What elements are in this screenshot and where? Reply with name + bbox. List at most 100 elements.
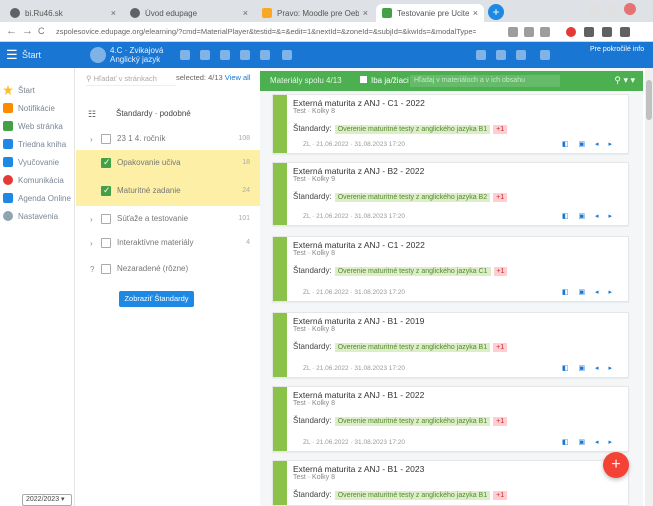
app-title: Štart: [22, 50, 42, 60]
show-standards-button[interactable]: Zobraziť Štandardy: [119, 291, 194, 307]
standard-chip[interactable]: Overenie maturitné testy z anglického ja…: [334, 193, 491, 202]
filter-checkbox[interactable]: [101, 214, 111, 224]
card-title[interactable]: Externá maturita z ANJ - C1 - 2022: [293, 240, 425, 250]
material-card[interactable]: Externá maturita z ANJ - C1 - 2022 Test …: [272, 236, 629, 302]
material-card[interactable]: Externá maturita z ANJ - B1 - 2019 Test …: [272, 312, 629, 378]
nav-item-teaching[interactable]: Vyučovanie: [3, 154, 73, 170]
more-chip[interactable]: +1: [493, 491, 508, 500]
mail-icon[interactable]: [516, 50, 526, 60]
standard-chip[interactable]: Overenie maturitné testy z anglického ja…: [334, 491, 491, 500]
filter-checkbox-checked[interactable]: [101, 185, 111, 196]
window-close-icon[interactable]: [624, 3, 636, 15]
class-selector[interactable]: 4.C · Zvikajová Anglický jazyk: [90, 45, 240, 65]
reload-icon[interactable]: C: [38, 26, 45, 36]
only-mine-toggle[interactable]: Iba ja/žiaci: [360, 76, 409, 85]
attendance-icon[interactable]: [260, 50, 270, 60]
add-material-button[interactable]: +: [603, 452, 629, 478]
bookmark-icon[interactable]: [540, 27, 550, 37]
expand-icon[interactable]: ›: [90, 215, 93, 224]
menu-icon[interactable]: ☰: [6, 48, 18, 61]
new-tab-button[interactable]: +: [488, 4, 504, 20]
user-menu[interactable]: Pre pokročilé info: [590, 46, 650, 64]
material-card[interactable]: Externá maturita z ANJ - B2 - 2022 Test …: [272, 162, 629, 226]
share-icon[interactable]: [524, 27, 534, 37]
nav-item-notifications[interactable]: Notifikácie: [3, 100, 73, 116]
card-actions[interactable]: ◧ ▣ ◂ ▸: [562, 212, 616, 220]
profile-icon[interactable]: [620, 27, 630, 37]
card-title[interactable]: Externá maturita z ANJ - B1 - 2022: [293, 390, 424, 400]
grades-icon[interactable]: [220, 50, 230, 60]
search-input[interactable]: ⚲ Hľadať v stránkach: [86, 72, 176, 86]
close-icon[interactable]: ×: [111, 8, 116, 18]
material-card[interactable]: Externá maturita z ANJ - C1 - 2022 Test …: [272, 94, 629, 154]
view-all-link[interactable]: View all: [225, 73, 251, 82]
help-icon[interactable]: [540, 50, 550, 60]
more-chip[interactable]: +1: [493, 193, 508, 202]
filter-row[interactable]: › Interaktívne materiály 4: [76, 230, 260, 258]
material-card[interactable]: Externá maturita z ANJ - B1 - 2022 Test …: [272, 386, 629, 452]
scrollbar-thumb[interactable]: [646, 80, 652, 120]
message-icon[interactable]: [496, 50, 506, 60]
forward-icon[interactable]: →: [22, 25, 33, 37]
browser-tab[interactable]: Úvod edupage ×: [124, 4, 254, 22]
card-title[interactable]: Externá maturita z ANJ - B1 - 2023: [293, 464, 424, 474]
filter-checkbox[interactable]: [101, 134, 111, 144]
standards-label: Štandardy:: [293, 490, 332, 499]
nav-item-class-book[interactable]: Triedna kniha: [3, 136, 73, 152]
more-chip[interactable]: +1: [493, 125, 508, 134]
minimize-icon[interactable]: [588, 3, 600, 15]
chart-icon[interactable]: [240, 50, 250, 60]
expand-icon[interactable]: ›: [90, 135, 93, 144]
expand-icon[interactable]: ›: [90, 239, 93, 248]
results-toolbar: Materiály spolu 4/13 Iba ja/žiaci Hľadaj…: [260, 71, 643, 91]
bell-icon[interactable]: [476, 50, 486, 60]
timetable-icon[interactable]: [200, 50, 210, 60]
card-actions[interactable]: ◧ ▣ ◂ ▸: [562, 438, 616, 446]
more-chip[interactable]: +1: [493, 267, 508, 276]
extension-icon[interactable]: [584, 27, 594, 37]
card-actions[interactable]: ◧ ▣ ◂ ▸: [562, 140, 616, 148]
card-actions[interactable]: ◧ ▣ ◂ ▸: [562, 364, 616, 372]
card-title[interactable]: Externá maturita z ANJ - B1 - 2019: [293, 316, 424, 326]
filter-row[interactable]: Opakovanie učiva 18: [76, 150, 260, 178]
nav-item-communication[interactable]: Komunikácia: [3, 172, 73, 188]
card-actions[interactable]: ◧ ▣ ◂ ▸: [562, 288, 616, 296]
browser-tab-active[interactable]: Testovanie pre Ucitelov ×: [376, 4, 484, 22]
browser-tab[interactable]: Pravo: Moodle pre Oebnikz ×: [256, 4, 374, 22]
sidebar-icon[interactable]: [602, 27, 612, 37]
material-card[interactable]: Externá maturita z ANJ - B1 - 2023 Test …: [272, 460, 629, 506]
filter-row[interactable]: Maturitné zadanie 24: [76, 178, 260, 206]
scrollbar[interactable]: [645, 68, 653, 506]
layers-icon[interactable]: [282, 50, 292, 60]
extension-icon[interactable]: [508, 27, 518, 37]
more-chip[interactable]: +1: [493, 343, 508, 352]
nav-item-web[interactable]: Web stránka: [3, 118, 73, 134]
calendar-icon[interactable]: [180, 50, 190, 60]
more-chip[interactable]: +1: [493, 417, 508, 426]
close-icon[interactable]: ×: [473, 8, 478, 18]
back-icon[interactable]: ←: [6, 25, 17, 37]
close-icon[interactable]: ×: [243, 8, 248, 18]
filter-checkbox[interactable]: [101, 264, 111, 274]
nav-item-start[interactable]: Štart: [3, 82, 73, 98]
card-title[interactable]: Externá maturita z ANJ - C1 - 2022: [293, 98, 425, 108]
standard-chip[interactable]: Overenie maturitné testy z anglického ja…: [334, 125, 491, 134]
url-input[interactable]: zspolesovice.edupage.org/elearning/?cmd=…: [56, 25, 476, 39]
maximize-icon[interactable]: [606, 3, 618, 15]
toolbar-actions[interactable]: ⚲ ▾ ▾: [614, 75, 635, 86]
browser-tab[interactable]: bi.Ru46.sk ×: [4, 4, 122, 22]
card-title[interactable]: Externá maturita z ANJ - B2 - 2022: [293, 166, 424, 176]
standard-chip[interactable]: Overenie maturitné testy z anglického ja…: [334, 417, 491, 426]
help-icon[interactable]: ?: [90, 265, 94, 274]
close-icon[interactable]: ×: [363, 8, 368, 18]
school-year-select[interactable]: 2022/2023 ▾: [22, 494, 72, 506]
extension-red-icon[interactable]: [566, 27, 576, 37]
materials-search-input[interactable]: Hľadaj v materiáloch a v ich obsahu: [410, 75, 560, 87]
filter-row[interactable]: ? Nezaradené (rôzne): [76, 256, 260, 284]
filter-checkbox[interactable]: [101, 238, 111, 248]
standard-chip[interactable]: Overenie maturitné testy z anglického ja…: [334, 267, 491, 276]
standard-chip[interactable]: Overenie maturitné testy z anglického ja…: [334, 343, 491, 352]
nav-item-settings[interactable]: Nastavenia: [3, 208, 73, 224]
filter-checkbox-checked[interactable]: [101, 157, 111, 168]
nav-item-agenda[interactable]: Agenda Online: [3, 190, 73, 206]
